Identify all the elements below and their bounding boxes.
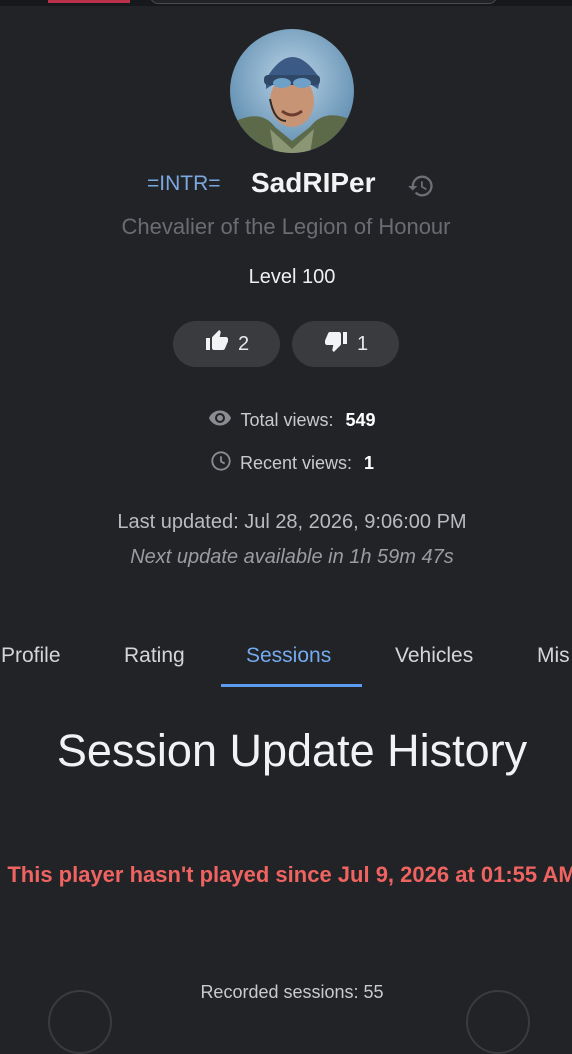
tab-profile[interactable]: Profile	[1, 644, 61, 668]
tab-vehicles[interactable]: Vehicles	[395, 644, 473, 668]
total-views: Total views: 549	[0, 406, 572, 435]
clan-tag[interactable]: =INTR=	[147, 172, 221, 196]
last-updated: Last updated: Jul 28, 2026, 9:06:00 PM	[117, 511, 467, 533]
tab-bar: Profile Rating Sessions Vehicles Mis	[0, 630, 572, 690]
player-level: Level 100	[248, 266, 336, 288]
thumbs-up-icon	[204, 329, 230, 359]
dislike-count: 1	[356, 332, 369, 355]
dislike-button[interactable]: 1	[292, 321, 399, 367]
brand-strip	[48, 0, 130, 3]
avatar	[230, 29, 354, 153]
section-title: Session Update History	[56, 725, 528, 776]
thumbs-down-icon	[323, 329, 349, 359]
tab-sessions[interactable]: Sessions	[246, 644, 331, 668]
next-update: Next update available in 1h 59m 47s	[130, 546, 454, 568]
total-views-value: 549	[345, 410, 376, 430]
like-button[interactable]: 2	[173, 321, 280, 367]
username: SadRIPer	[251, 167, 376, 198]
search-bar-edge[interactable]	[150, 0, 497, 4]
tab-rating[interactable]: Rating	[124, 644, 185, 668]
history-icon[interactable]	[407, 172, 435, 200]
tab-missions[interactable]: Mis	[537, 644, 570, 668]
player-title: Chevalier of the Legion of Honour	[121, 214, 451, 239]
clock-icon	[210, 450, 232, 477]
inactive-warning: This player hasn't played since Jul 9, 2…	[7, 862, 572, 887]
eye-icon	[208, 406, 232, 435]
recent-views-label: Recent views:	[239, 453, 353, 473]
pagination-row	[0, 982, 572, 1054]
total-views-label: Total views:	[240, 410, 334, 430]
recent-views-value: 1	[364, 453, 375, 473]
like-count: 2	[237, 332, 250, 355]
active-tab-indicator	[221, 684, 362, 687]
recent-views: Recent views: 1	[0, 450, 572, 477]
top-bar	[0, 0, 572, 6]
